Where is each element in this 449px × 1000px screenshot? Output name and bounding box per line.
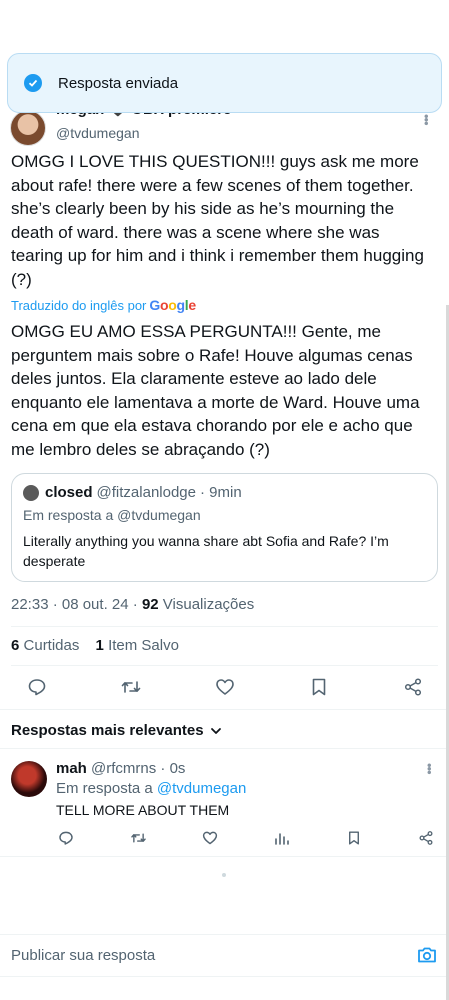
views-label: Visualizações xyxy=(162,596,255,613)
share-icon[interactable] xyxy=(416,828,436,848)
tweet-stats: 6 Curtidas 1 Item Salvo xyxy=(11,637,179,654)
saves-stat[interactable]: 1 Item Salvo xyxy=(96,637,179,654)
reply-text: TELL MORE ABOUT THEM xyxy=(56,802,230,818)
author-handle[interactable]: @tvdumegan xyxy=(56,125,139,141)
bookmark-icon[interactable] xyxy=(302,672,336,702)
camera-icon[interactable] xyxy=(416,945,438,970)
quoted-text: Literally anything you wanna share abt S… xyxy=(23,533,389,569)
reply-to-line: Em resposta a @tvdumegan xyxy=(56,780,246,797)
tweet-action-bar xyxy=(20,672,430,702)
translation-credit[interactable]: Traduzido do inglês por Google xyxy=(11,297,196,313)
quoted-tweet-header: closed @fitzalanlodge · 9min xyxy=(23,484,426,501)
share-icon[interactable] xyxy=(396,672,430,702)
quoted-tweet-card[interactable]: closed @fitzalanlodge · 9min Em resposta… xyxy=(11,473,438,582)
reply-name[interactable]: mah xyxy=(56,760,87,777)
quoted-reply-to: Em resposta a @tvdumegan xyxy=(23,507,201,523)
translated-label: Traduzido do inglês por xyxy=(11,297,147,313)
reply-icon[interactable] xyxy=(20,672,54,702)
quoted-name: closed xyxy=(45,484,93,501)
loading-indicator xyxy=(222,873,226,877)
reply-compose-input[interactable]: Publicar sua resposta xyxy=(11,947,155,964)
reply-handle: @rfcmrns · 0s xyxy=(91,760,186,777)
reply-header: mah @rfcmrns · 0s xyxy=(56,760,185,777)
sort-label: Respostas mais relevantes xyxy=(11,722,204,739)
quoted-avatar xyxy=(23,484,39,501)
more-icon[interactable]: ••• xyxy=(419,114,434,125)
chevron-down-icon xyxy=(210,727,221,734)
retweet-icon[interactable] xyxy=(114,672,148,702)
divider xyxy=(0,976,449,977)
views-count: 92 xyxy=(141,596,159,613)
toast-message: Resposta enviada xyxy=(58,74,179,92)
likes-label: Curtidas xyxy=(23,637,80,654)
reply-item[interactable]: mah @rfcmrns · 0s ••• Em resposta a @tvd… xyxy=(0,753,449,858)
reply-icon[interactable] xyxy=(56,828,76,848)
divider xyxy=(0,709,449,710)
quoted-handle: @fitzalanlodge xyxy=(96,484,196,501)
reply-to-prefix: Em resposta a xyxy=(56,780,153,797)
toast-sent: Resposta enviada xyxy=(7,53,442,113)
reply-to-handle[interactable]: @tvdumegan xyxy=(157,780,246,797)
divider xyxy=(11,665,438,666)
saves-count: 1 xyxy=(95,637,104,654)
likes-stat[interactable]: 6 Curtidas xyxy=(11,637,79,654)
divider xyxy=(11,626,438,627)
more-icon[interactable]: ••• xyxy=(422,763,437,774)
check-icon xyxy=(24,74,42,92)
author-avatar[interactable] xyxy=(10,110,46,146)
replies-sort-dropdown[interactable]: Respostas mais relevantes xyxy=(11,722,222,739)
tweet-translation: OMGG EU AMO ESSA PERGUNTA!!! Gente, me p… xyxy=(11,322,420,459)
views-icon[interactable] xyxy=(272,828,292,848)
quoted-time: · 9min xyxy=(200,484,242,501)
likes-count: 6 xyxy=(11,637,20,654)
divider xyxy=(0,934,449,935)
like-icon[interactable] xyxy=(200,828,220,848)
reply-action-bar xyxy=(56,828,436,848)
tweet-text: OMGG I LOVE THIS QUESTION!!! guys ask me… xyxy=(11,152,424,289)
tweet-time: 22:33 · 08 out. 24 · xyxy=(11,596,138,613)
like-icon[interactable] xyxy=(208,672,242,702)
bookmark-icon[interactable] xyxy=(344,828,364,848)
divider xyxy=(0,748,449,749)
tweet-meta: 22:33 · 08 out. 24 · 92 Visualizações xyxy=(11,596,254,613)
divider xyxy=(0,856,449,857)
google-logo: Google xyxy=(149,297,196,313)
saves-label: Item Salvo xyxy=(108,637,179,654)
reply-avatar[interactable] xyxy=(11,761,47,797)
retweet-icon[interactable] xyxy=(128,828,148,848)
